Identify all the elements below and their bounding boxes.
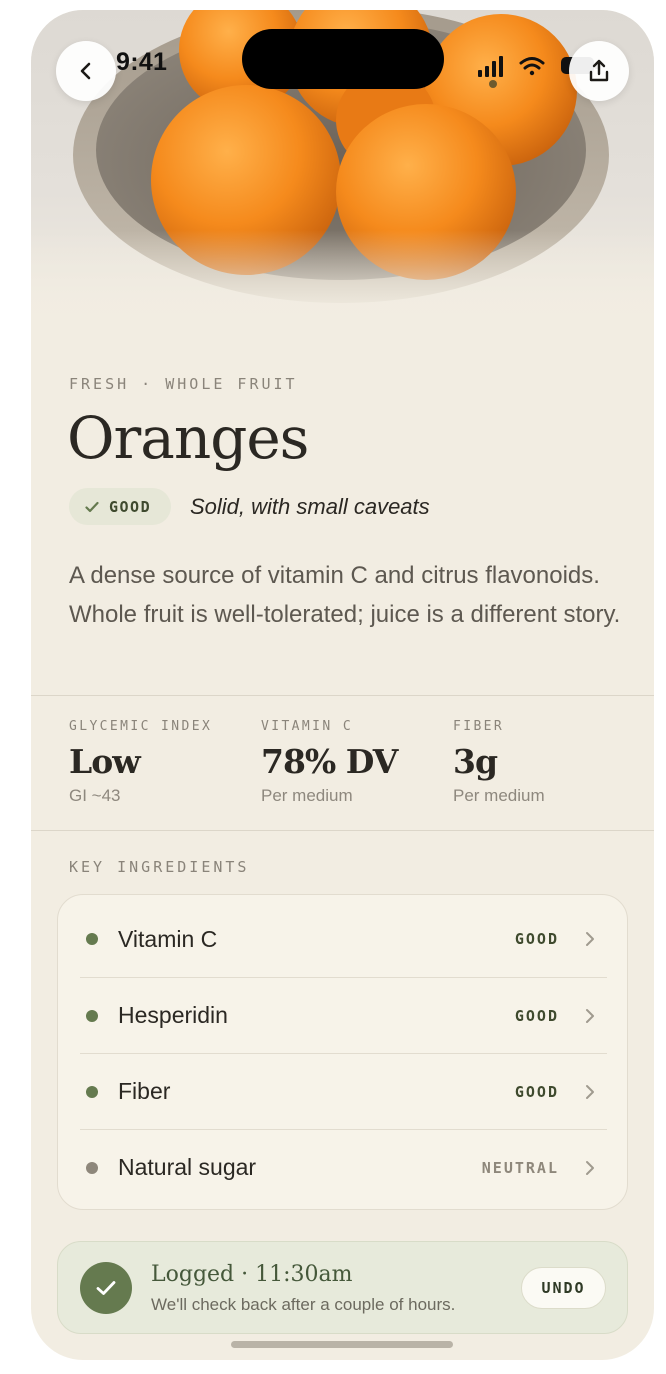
stat-value: 78% DV: [261, 742, 398, 781]
share-icon: [589, 59, 609, 82]
chevron-right-icon: [586, 1160, 594, 1175]
stat-value: 3g: [453, 742, 498, 781]
chevron-right-icon: [586, 1084, 594, 1099]
divider: [31, 695, 654, 696]
stat-label: GLYCEMIC INDEX: [69, 719, 213, 734]
status-time: 9:41: [116, 48, 168, 76]
ingredients-card: Vitamin C GOOD Hesperidin GOOD Fiber GOO…: [57, 894, 628, 1210]
good-dot-icon: [86, 1009, 98, 1022]
chevron-left-icon: [80, 62, 91, 80]
verdict-text: Solid, with small caveats: [190, 494, 430, 519]
ingredient-row-fiber[interactable]: Fiber GOOD: [80, 1053, 607, 1129]
stat-label: VITAMIN C: [261, 719, 354, 734]
logged-subtitle: We'll check back after a couple of hours…: [151, 1295, 456, 1314]
rating-badge-label: GOOD: [109, 497, 152, 516]
signal-icon: [478, 56, 503, 77]
phone-screen: 9:41 FRESH · WHOLE FRUIT Oranges GOOD So…: [31, 10, 654, 1360]
good-dot-icon: [86, 1085, 98, 1098]
neutral-dot-icon: [86, 1161, 98, 1174]
logged-confirmation-card: Logged · 11:30am We'll check back after …: [57, 1241, 628, 1334]
check-icon: [96, 1281, 116, 1295]
check-icon: [85, 501, 99, 512]
ingredient-rating: GOOD: [514, 1006, 559, 1025]
food-description: A dense source of vitamin C and citrus f…: [69, 562, 621, 628]
rating-badge: GOOD: [69, 488, 171, 525]
food-category-eyebrow: FRESH · WHOLE FRUIT: [69, 375, 298, 393]
ingredient-name: Hesperidin: [118, 1002, 228, 1028]
ingredient-rating: NEUTRAL: [481, 1158, 559, 1177]
stat-fiber: FIBER 3g Per medium: [453, 719, 643, 806]
hero-fade: [31, 230, 654, 340]
stat-sub: Per medium: [261, 786, 353, 805]
divider: [31, 830, 654, 831]
undo-button[interactable]: UNDO: [521, 1267, 606, 1309]
stat-sub: Per medium: [453, 786, 545, 805]
chevron-right-icon: [586, 932, 594, 946]
section-label-key-ingredients: KEY INGREDIENTS: [69, 858, 250, 876]
ingredient-row-vitamin-c[interactable]: Vitamin C GOOD: [80, 901, 607, 977]
logged-check-badge: [80, 1262, 132, 1314]
stat-value: Low: [69, 742, 141, 781]
back-button[interactable]: [56, 41, 116, 101]
ingredient-rating: GOOD: [514, 1082, 559, 1101]
ingredient-name: Natural sugar: [118, 1154, 257, 1180]
ingredient-row-natural-sugar[interactable]: Natural sugar NEUTRAL: [80, 1129, 607, 1205]
dynamic-island: [242, 29, 444, 89]
ingredient-row-hesperidin[interactable]: Hesperidin GOOD: [80, 977, 607, 1053]
ingredient-rating: GOOD: [514, 930, 559, 948]
wifi-icon: [519, 57, 545, 76]
chevron-right-icon: [586, 1008, 594, 1023]
stat-glycemic-index: GLYCEMIC INDEX Low GI ~43: [69, 719, 259, 806]
stat-vitamin-c: VITAMIN C 78% DV Per medium: [261, 719, 451, 806]
share-button[interactable]: [569, 41, 629, 101]
stat-label: FIBER: [453, 719, 505, 734]
page-title: Oranges: [67, 404, 309, 472]
ingredient-name: Vitamin C: [118, 925, 218, 952]
stat-sub: GI ~43: [69, 786, 121, 805]
ingredient-name: Fiber: [118, 1078, 171, 1104]
good-dot-icon: [86, 933, 98, 945]
home-indicator[interactable]: [231, 1341, 453, 1348]
logged-title: Logged · 11:30am: [151, 1262, 353, 1287]
